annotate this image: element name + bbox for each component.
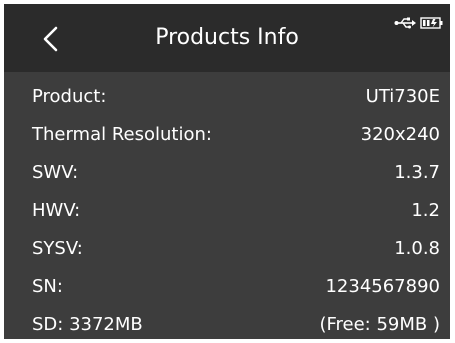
info-list: Product: UTi730E Thermal Resolution: 320… [4,72,450,339]
usb-icon [394,17,416,29]
row-value: UTi730E [365,86,440,107]
row-value: 1.3.7 [394,162,440,183]
row-thermal-resolution: Thermal Resolution: 320x240 [4,116,450,154]
row-label: SYSV: [32,238,83,259]
status-icons [394,16,444,30]
row-value: 1.2 [411,200,440,221]
row-product: Product: UTi730E [4,78,450,116]
row-sysv: SYSV: 1.0.8 [4,230,450,268]
row-label: SD: 3372MB [32,314,143,335]
device-screen: Products Info Product: UTi730E Thermal R… [4,4,450,339]
row-sn: SN: 1234567890 [4,268,450,306]
row-label: SN: [32,276,63,297]
row-sd: SD: 3372MB (Free: 59MB ) [4,306,450,339]
row-label: HWV: [32,200,81,221]
page-title: Products Info [155,25,299,50]
row-value: 1.0.8 [394,238,440,259]
row-value: 320x240 [360,124,440,145]
row-hwv: HWV: 1.2 [4,192,450,230]
row-label: SWV: [32,162,79,183]
battery-charging-icon [420,17,443,29]
row-label: Product: [32,86,107,107]
row-value: (Free: 59MB ) [319,314,440,335]
row-swv: SWV: 1.3.7 [4,154,450,192]
row-label: Thermal Resolution: [32,124,212,145]
title-bar: Products Info [4,4,450,72]
row-value: 1234567890 [325,276,440,297]
